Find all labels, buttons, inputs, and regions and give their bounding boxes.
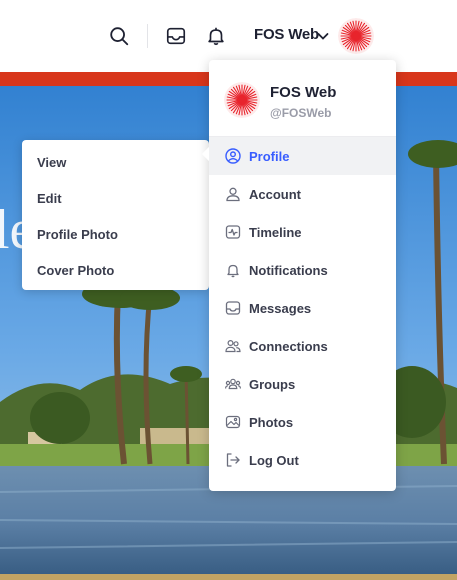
inbox-icon [225, 300, 241, 316]
menu-label-photos: Photos [249, 414, 294, 430]
menu-label-connections: Connections [249, 338, 328, 354]
menu-item-timeline[interactable]: Timeline [209, 213, 396, 251]
users-icon [225, 338, 241, 354]
activity-icon [225, 224, 241, 240]
menu-label-log-out: Log Out [249, 452, 299, 468]
menu-item-notifications[interactable]: Notifications [209, 251, 396, 289]
chevron-down-icon[interactable] [317, 31, 329, 41]
menu-item-profile[interactable]: Profile [209, 137, 396, 175]
menu-item-groups[interactable]: Groups [209, 365, 396, 403]
bottom-strip [0, 574, 457, 580]
user-name[interactable]: FOS Web [254, 26, 319, 43]
group-icon [225, 376, 241, 392]
submenu-item-profile-photo[interactable]: Profile Photo [22, 216, 209, 252]
menu-label-messages: Messages [249, 300, 312, 316]
menu-label-account: Account [249, 186, 301, 202]
profile-card-handle: @FOSWeb [270, 106, 332, 120]
menu-item-log-out[interactable]: Log Out [209, 441, 396, 479]
menu-label-timeline: Timeline [249, 224, 302, 240]
profile-submenu: View Edit Profile Photo Cover Photo [22, 140, 209, 290]
profile-card-avatar[interactable] [224, 82, 260, 118]
menu-label-groups: Groups [249, 376, 296, 392]
menu-item-connections[interactable]: Connections [209, 327, 396, 365]
bell-icon[interactable] [204, 24, 228, 48]
search-icon[interactable] [107, 24, 131, 48]
menu-label-notifications: Notifications [249, 262, 328, 278]
user-icon [225, 186, 241, 202]
submenu-item-view[interactable]: View [22, 144, 209, 180]
menu-item-account[interactable]: Account [209, 175, 396, 213]
inbox-icon[interactable] [164, 24, 188, 48]
user-circle-icon [225, 148, 241, 164]
avatar[interactable] [338, 18, 374, 54]
bell-icon [225, 262, 241, 278]
profile-card-name[interactable]: FOS Web [270, 84, 336, 101]
images-icon [225, 414, 241, 430]
menu-item-photos[interactable]: Photos [209, 403, 396, 441]
submenu-item-edit[interactable]: Edit [22, 180, 209, 216]
menu-item-messages[interactable]: Messages [209, 289, 396, 327]
menu-label-profile: Profile [249, 148, 290, 164]
logout-icon [225, 452, 241, 468]
header-separator [147, 24, 148, 48]
submenu-item-cover-photo[interactable]: Cover Photo [22, 252, 209, 288]
